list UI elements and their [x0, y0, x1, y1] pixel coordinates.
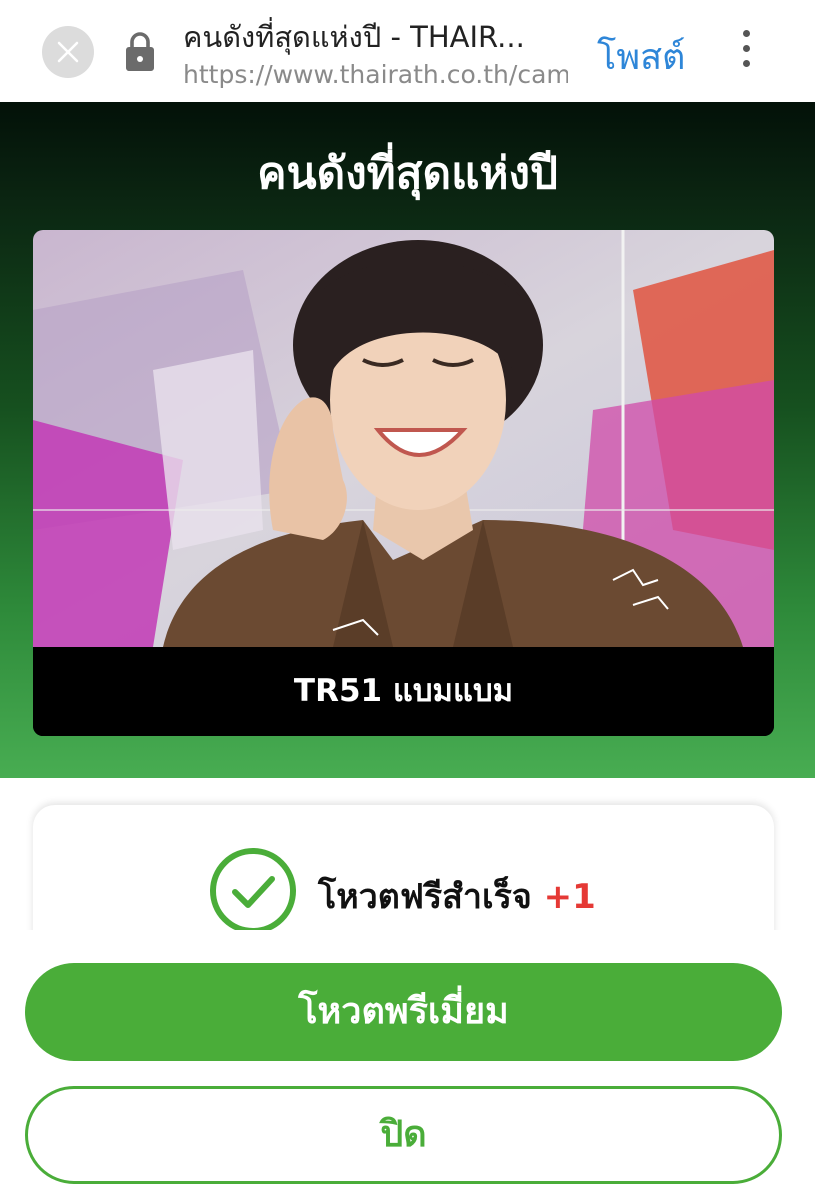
candidate-caption: TR51 แบมแบม [33, 647, 774, 736]
close-tab-button[interactable] [42, 26, 94, 78]
lock-icon [126, 32, 154, 71]
browser-toolbar: คนดังที่สุดแห่งปี - THAIR... https://www… [0, 0, 815, 102]
vote-success-row: โหวตฟรีสำเร็จ +1 [33, 847, 774, 937]
address-bar-url[interactable]: https://www.thairath.co.th/cam [183, 60, 568, 89]
check-circle-icon [210, 848, 296, 934]
premium-vote-button[interactable]: โหวตพรีเมี่ยม [25, 963, 782, 1061]
candidate-card: TR51 แบมแบม [33, 230, 774, 736]
hero-section: คนดังที่สุดแห่งปี TR51 แบมแบม [0, 102, 815, 778]
vote-success-label: โหวตฟรีสำเร็จ [318, 877, 532, 917]
close-icon [57, 41, 79, 63]
close-button[interactable]: ปิด [25, 1086, 782, 1184]
vote-increment: +1 [543, 877, 596, 917]
candidate-photo [33, 230, 774, 647]
post-button[interactable]: โพสต์ [597, 28, 685, 85]
hero-title: คนดังที่สุดแห่งปี [257, 148, 558, 199]
vote-success-message: โหวตฟรีสำเร็จ +1 [318, 869, 596, 923]
page-title: คนดังที่สุดแห่งปี - THAIR... [183, 20, 525, 54]
more-vert-icon[interactable] [735, 30, 757, 74]
